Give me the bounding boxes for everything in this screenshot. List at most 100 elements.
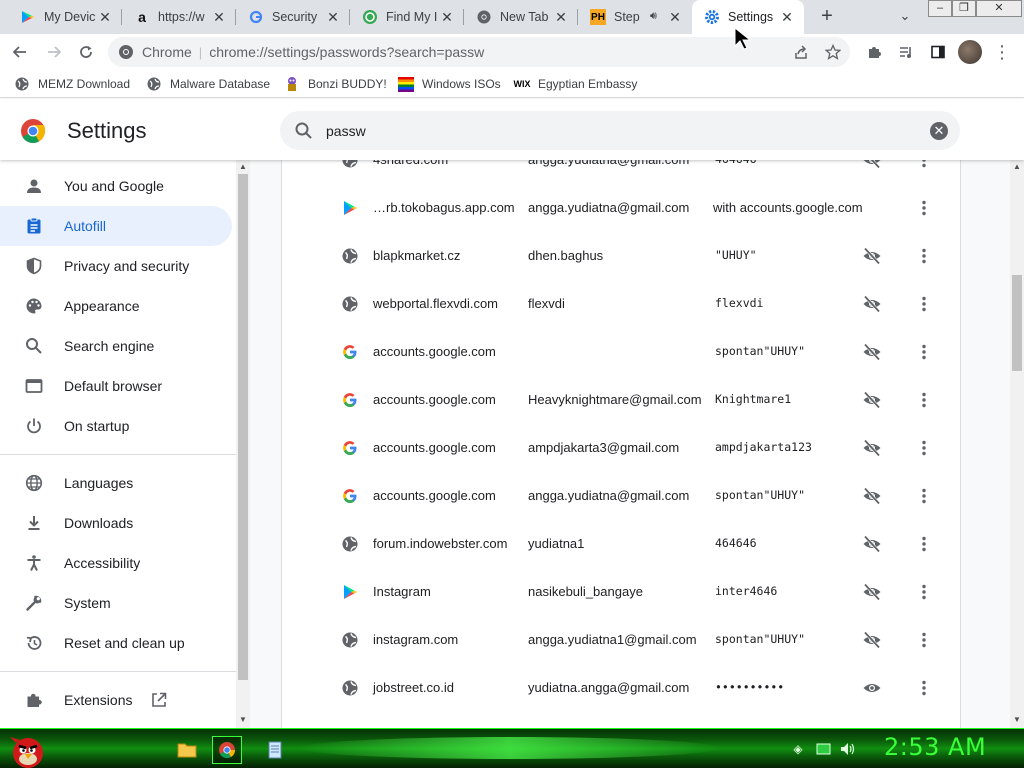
scroll-down-arrow-icon[interactable]: ▼ (238, 715, 248, 725)
star-icon[interactable] (824, 43, 842, 61)
scroll-up-arrow-icon[interactable]: ▲ (1012, 162, 1022, 172)
tab-my-device[interactable]: My Devic ✕ (8, 0, 122, 34)
password-site[interactable]: accounts.google.com (373, 440, 496, 455)
omnibox-url[interactable]: chrome://settings/passwords?search=passw (209, 44, 484, 60)
eye-off-icon[interactable] (862, 534, 882, 554)
clear-search-icon[interactable]: ✕ (930, 122, 948, 140)
password-row[interactable]: …rb.tokobagus.app.com angga.yudiatna@gmai… (282, 184, 962, 232)
chevron-down-icon[interactable]: ⌄ (896, 8, 914, 26)
window-close-button[interactable]: ✕ (976, 0, 1022, 17)
password-row[interactable]: forum.indowebster.com yudiatna1 464646 (282, 520, 962, 568)
tab-new-tab[interactable]: New Tab ✕ (464, 0, 578, 34)
more-vert-icon[interactable] (914, 294, 934, 314)
back-arrow-icon[interactable] (8, 40, 32, 64)
more-vert-icon[interactable] (914, 678, 934, 698)
password-site[interactable]: …rb.tokobagus.app.com (373, 200, 515, 215)
bookmark-malware-database[interactable]: Malware Database (146, 76, 270, 92)
sidebar-item-you-and-google[interactable]: You and Google (0, 166, 232, 206)
sidebar-item-on-startup[interactable]: On startup (0, 406, 232, 446)
bookmark-egyptian-embassy[interactable]: WIX Egyptian Embassy (514, 76, 638, 92)
eye-off-icon[interactable] (862, 160, 882, 170)
settings-search-input[interactable] (326, 120, 886, 142)
eye-off-icon[interactable] (862, 630, 882, 650)
password-row[interactable]: blapkmarket.cz dhen.baghus "UHUY" (282, 232, 962, 280)
page-scrollbar[interactable]: ▲ ▼ (1010, 160, 1024, 728)
volume-tray-icon[interactable] (840, 741, 856, 757)
new-tab-button[interactable]: + (816, 6, 838, 28)
share-icon[interactable] (792, 43, 810, 61)
scrollbar-thumb[interactable] (238, 174, 248, 680)
sidebar-item-reset[interactable]: Reset and clean up (0, 623, 232, 663)
more-vert-icon[interactable] (914, 486, 934, 506)
close-icon[interactable]: ✕ (780, 10, 794, 24)
scroll-up-arrow-icon[interactable]: ▲ (238, 162, 248, 172)
sidebar-item-appearance[interactable]: Appearance (0, 286, 232, 326)
password-site[interactable]: Instagram (373, 584, 431, 599)
battery-tray-icon[interactable] (816, 741, 832, 757)
more-vert-icon[interactable] (914, 342, 934, 362)
forward-arrow-icon[interactable] (42, 40, 66, 64)
sidebar-item-downloads[interactable]: Downloads (0, 503, 232, 543)
close-icon[interactable]: ✕ (326, 10, 340, 24)
bookmark-windows-isos[interactable]: Windows ISOs (398, 76, 501, 92)
restore-button[interactable]: ❐ (952, 0, 976, 17)
close-icon[interactable]: ✕ (440, 10, 454, 24)
tab-security[interactable]: Security ✕ (236, 0, 350, 34)
profile-avatar[interactable] (958, 40, 982, 64)
bookmark-bonzi-buddy[interactable]: Bonzi BUDDY! (284, 76, 387, 92)
password-site[interactable]: instagram.com (373, 632, 458, 647)
taskbar-notepad-icon[interactable] (260, 736, 290, 764)
extensions-puzzle-icon[interactable] (862, 40, 886, 64)
side-panel-icon[interactable] (926, 40, 950, 64)
close-icon[interactable]: ✕ (554, 10, 568, 24)
bookmark-memz[interactable]: MEMZ Download (14, 76, 130, 92)
password-row[interactable]: accounts.google.com Heavyknightmare@gmail… (282, 376, 962, 424)
password-site[interactable]: blapkmarket.cz (373, 248, 460, 263)
eye-off-icon[interactable] (862, 438, 882, 458)
password-row[interactable]: accounts.google.com spontan"UHUY" (282, 328, 962, 376)
eye-off-icon[interactable] (862, 582, 882, 602)
audio-playing-icon[interactable]: 🔊︎ (650, 10, 657, 23)
more-vert-icon[interactable] (914, 390, 934, 410)
taskbar-chrome-icon[interactable] (212, 736, 242, 764)
tab-find-my[interactable]: Find My I ✕ (350, 0, 464, 34)
close-icon[interactable]: ✕ (212, 10, 226, 24)
more-vert-icon[interactable]: ⋮ (990, 40, 1014, 64)
password-site[interactable]: accounts.google.com (373, 392, 496, 407)
password-site[interactable]: webportal.flexvdi.com (373, 296, 498, 311)
eye-off-icon[interactable] (862, 390, 882, 410)
more-vert-icon[interactable] (914, 582, 934, 602)
sidebar-scrollbar[interactable]: ▲ ▼ (236, 160, 250, 728)
eye-icon[interactable] (862, 678, 882, 698)
sidebar-item-accessibility[interactable]: Accessibility (0, 543, 232, 583)
sidebar-item-languages[interactable]: Languages (0, 463, 232, 503)
eye-off-icon[interactable] (862, 486, 882, 506)
password-site[interactable]: 4shared.com (373, 160, 448, 167)
sidebar-item-privacy[interactable]: Privacy and security (0, 246, 232, 286)
password-row[interactable]: Instagram nasikebuli_bangaye inter4646 (282, 568, 962, 616)
password-row[interactable]: jobstreet.co.id yudiatna.angga@gmail.com •… (282, 664, 962, 712)
network-tray-icon[interactable]: ◈ (790, 741, 806, 757)
more-vert-icon[interactable] (914, 534, 934, 554)
password-site[interactable]: accounts.google.com (373, 344, 496, 359)
password-site[interactable]: jobstreet.co.id (373, 680, 454, 695)
close-icon[interactable]: ✕ (668, 10, 682, 24)
password-row[interactable]: webportal.flexvdi.com flexvdi flexvdi (282, 280, 962, 328)
password-site[interactable]: accounts.google.com (373, 488, 496, 503)
password-site[interactable]: forum.indowebster.com (373, 536, 507, 551)
password-row[interactable]: accounts.google.com angga.yudiatna@gmail.… (282, 472, 962, 520)
sidebar-item-autofill[interactable]: Autofill (0, 206, 232, 246)
scroll-down-arrow-icon[interactable]: ▼ (1012, 715, 1022, 725)
settings-search-box[interactable]: ✕ (280, 111, 960, 150)
close-icon[interactable]: ✕ (98, 10, 112, 24)
password-row[interactable]: instagram.com angga.yudiatna1@gmail.com sp… (282, 616, 962, 664)
password-row[interactable]: 4shared.com angga.yudiatna@gmail.com 46464… (282, 160, 962, 184)
scrollbar-thumb[interactable] (1012, 275, 1022, 371)
reload-icon[interactable] (74, 40, 98, 64)
eye-off-icon[interactable] (862, 246, 882, 266)
more-vert-icon[interactable] (914, 438, 934, 458)
more-vert-icon[interactable] (914, 630, 934, 650)
password-row[interactable]: accounts.google.com ampdjakarta3@gmail.co… (282, 424, 962, 472)
sidebar-item-default-browser[interactable]: Default browser (0, 366, 232, 406)
sidebar-item-extensions[interactable]: Extensions (0, 680, 232, 720)
